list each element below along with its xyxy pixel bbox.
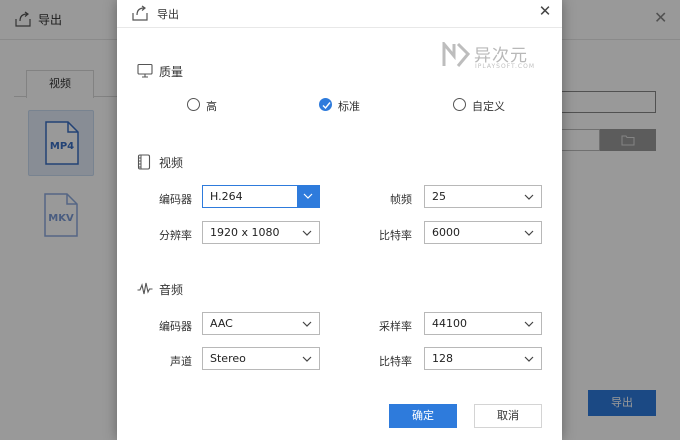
watermark-subtext: IPLAYSOFT.COM [475, 63, 535, 70]
video-heading-label: 视频 [159, 156, 184, 170]
dialog-title: 导出 [157, 8, 179, 21]
waveform-icon [137, 281, 153, 300]
radio-button[interactable] [453, 98, 466, 111]
export-dialog: 导出 ✕ 异次元 IPLAYSOFT.COM 质量 高 标准 自定义 视频 编码… [117, 0, 562, 440]
dropdown-button[interactable] [297, 186, 319, 207]
radio-button[interactable] [187, 98, 200, 111]
ok-button[interactable]: 确定 [389, 404, 457, 428]
audio-bitrate-select[interactable]: 128 [424, 347, 542, 370]
channel-value: Stereo [210, 352, 246, 365]
audio-bitrate-value: 128 [432, 352, 453, 365]
framerate-select[interactable]: 25 [424, 185, 542, 208]
cancel-button[interactable]: 取消 [474, 404, 542, 428]
audio-bitrate-label: 比特率 [379, 355, 412, 368]
video-encoder-label: 编码器 [159, 193, 192, 206]
chevron-down-icon [524, 230, 534, 236]
video-heading: 视频 [137, 153, 217, 171]
quality-heading-label: 质量 [159, 65, 184, 79]
quality-option-label: 自定义 [472, 100, 505, 113]
quality-option-label: 标准 [338, 100, 360, 113]
chevron-down-icon [524, 321, 534, 327]
chevron-down-icon [302, 230, 312, 236]
monitor-icon [137, 63, 153, 81]
video-encoder-select[interactable]: H.264 [202, 185, 320, 208]
framerate-label: 帧频 [390, 193, 412, 206]
chevron-down-icon [524, 356, 534, 362]
chevron-down-icon [524, 194, 534, 200]
resolution-value: 1920 x 1080 [210, 226, 280, 239]
resolution-select[interactable]: 1920 x 1080 [202, 221, 320, 244]
chevron-down-icon [302, 321, 312, 327]
close-icon[interactable]: ✕ [537, 4, 553, 20]
samplerate-value: 44100 [432, 317, 467, 330]
video-encoder-value: H.264 [210, 190, 243, 203]
audio-encoder-select[interactable]: AAC [202, 312, 320, 335]
video-bitrate-select[interactable]: 6000 [424, 221, 542, 244]
samplerate-label: 采样率 [379, 320, 412, 333]
radio-button-checked[interactable] [319, 98, 332, 111]
quality-heading: 质量 [137, 62, 217, 80]
video-bitrate-value: 6000 [432, 226, 460, 239]
quality-option-custom[interactable]: 自定义 [453, 97, 517, 113]
audio-heading-label: 音频 [159, 283, 184, 297]
samplerate-select[interactable]: 44100 [424, 312, 542, 335]
quality-option-standard[interactable]: 标准 [319, 97, 369, 113]
chevron-down-icon [303, 193, 313, 199]
audio-encoder-label: 编码器 [159, 320, 192, 333]
quality-option-label: 高 [206, 100, 217, 113]
chevron-down-icon [302, 356, 312, 362]
audio-heading: 音频 [137, 280, 217, 298]
channel-label: 声道 [170, 355, 192, 368]
channel-select[interactable]: Stereo [202, 347, 320, 370]
resolution-label: 分辨率 [159, 229, 192, 242]
film-icon [137, 154, 151, 173]
dialog-titlebar: 导出 ✕ [117, 0, 562, 28]
watermark-logo: 异次元 IPLAYSOFT.COM [442, 40, 562, 76]
audio-encoder-value: AAC [210, 317, 233, 330]
export-icon [131, 4, 149, 25]
video-bitrate-label: 比特率 [379, 229, 412, 242]
checkmark-icon [322, 102, 331, 110]
framerate-value: 25 [432, 190, 446, 203]
quality-option-high[interactable]: 高 [187, 97, 227, 113]
